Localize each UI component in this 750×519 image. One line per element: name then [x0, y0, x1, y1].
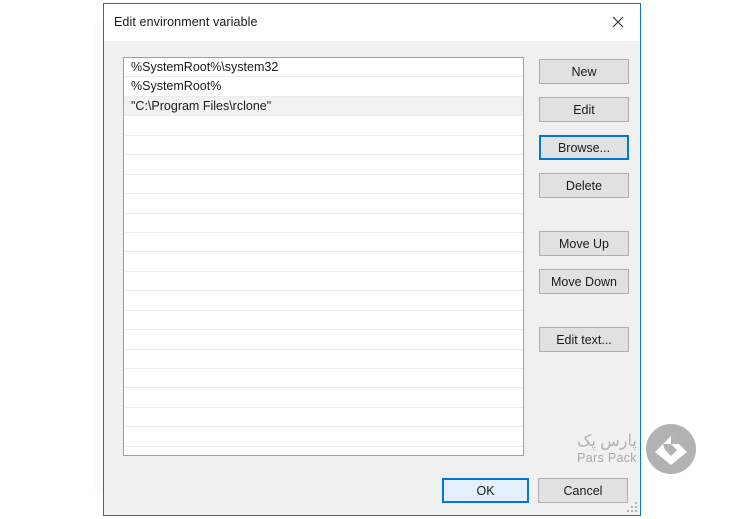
list-item-empty[interactable]	[124, 388, 523, 408]
delete-button[interactable]: Delete	[539, 173, 629, 198]
list-item-empty[interactable]	[124, 427, 523, 447]
list-item-empty[interactable]	[124, 136, 523, 156]
list-item-empty[interactable]	[124, 194, 523, 214]
move-up-button-label: Move Up	[558, 236, 610, 251]
dialog-body: %SystemRoot%\system32 %SystemRoot% "C:\Pro…	[104, 41, 640, 515]
dialog-titlebar: Edit environment variable	[104, 4, 640, 41]
new-button-label: New	[571, 64, 597, 79]
list-item-empty[interactable]	[124, 369, 523, 389]
close-icon[interactable]	[595, 4, 640, 40]
cancel-button-label: Cancel	[563, 483, 603, 498]
move-down-button-label: Move Down	[551, 274, 617, 289]
ok-button[interactable]: OK	[442, 478, 529, 503]
browse-button[interactable]: Browse...	[539, 135, 629, 160]
list-item-empty[interactable]	[124, 291, 523, 311]
path-entries-listbox[interactable]: %SystemRoot%\system32 %SystemRoot% "C:\Pro…	[123, 57, 524, 456]
resize-grip[interactable]	[625, 500, 637, 512]
new-button[interactable]: New	[539, 59, 629, 84]
edit-environment-variable-dialog: Edit environment variable %SystemRoot%\s…	[103, 3, 641, 516]
list-item-empty[interactable]	[124, 233, 523, 253]
list-item[interactable]: %SystemRoot%	[124, 77, 523, 97]
list-item-empty[interactable]	[124, 408, 523, 428]
edit-text-button[interactable]: Edit text...	[539, 327, 629, 352]
list-item[interactable]: "C:\Program Files\rclone"	[124, 96, 523, 117]
delete-button-label: Delete	[565, 178, 603, 193]
list-item[interactable]: %SystemRoot%\system32	[124, 58, 523, 78]
list-item-empty[interactable]	[124, 252, 523, 272]
list-item-empty[interactable]	[124, 272, 523, 292]
dialog-title: Edit environment variable	[114, 15, 258, 29]
list-item-empty[interactable]	[124, 214, 523, 233]
list-item-empty[interactable]	[124, 155, 523, 175]
background-window-right	[640, 0, 750, 519]
browse-button-label: Browse...	[557, 140, 611, 155]
ok-button-label: OK	[476, 483, 495, 498]
move-up-button[interactable]: Move Up	[539, 231, 629, 256]
list-item-empty[interactable]	[124, 311, 523, 331]
list-item-empty[interactable]	[124, 116, 523, 136]
edit-button-label: Edit	[573, 102, 595, 117]
list-item-empty[interactable]	[124, 175, 523, 195]
list-item-empty[interactable]	[124, 350, 523, 369]
move-down-button[interactable]: Move Down	[539, 269, 629, 294]
list-item-empty[interactable]	[124, 330, 523, 350]
edit-text-button-label: Edit text...	[556, 332, 612, 347]
cancel-button[interactable]: Cancel	[538, 478, 628, 503]
edit-button[interactable]: Edit	[539, 97, 629, 122]
